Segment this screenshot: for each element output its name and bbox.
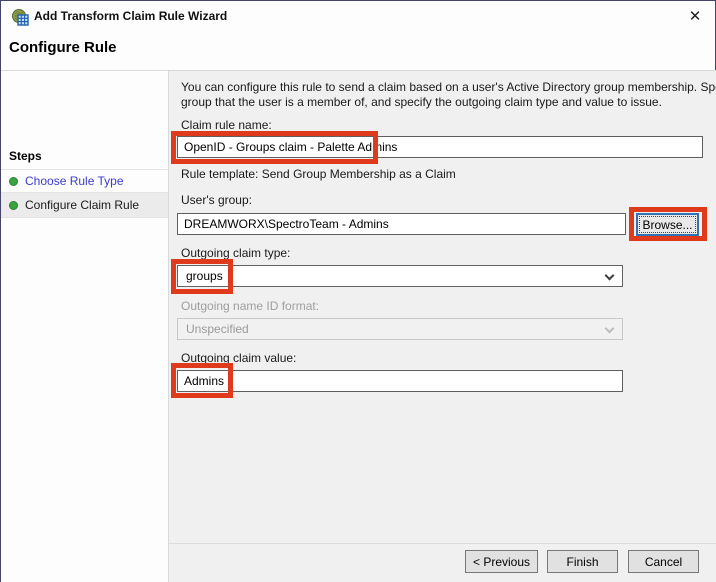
browse-button[interactable]: Browse... xyxy=(636,213,699,236)
configure-rule-panel: You can configure this rule to send a cl… xyxy=(169,71,716,582)
outgoing-name-id-format-value: Unspecified xyxy=(186,322,249,336)
footer-divider xyxy=(169,543,716,544)
sidebar-item-label: Configure Claim Rule xyxy=(25,198,139,212)
step-complete-dot-icon xyxy=(9,177,18,186)
sidebar-item-label: Choose Rule Type xyxy=(25,174,124,188)
cancel-button[interactable]: Cancel xyxy=(628,550,699,573)
title-bar: Add Transform Claim Rule Wizard ✕ xyxy=(1,1,715,33)
outgoing-claim-type-value: groups xyxy=(186,269,223,283)
wizard-dialog: Add Transform Claim Rule Wizard ✕ Config… xyxy=(0,0,716,582)
previous-button[interactable]: < Previous xyxy=(465,550,538,573)
sidebar-item-configure-claim-rule[interactable]: Configure Claim Rule xyxy=(1,192,168,218)
users-group-label: User's group: xyxy=(181,193,252,207)
rule-description: You can configure this rule to send a cl… xyxy=(181,80,716,110)
chevron-down-icon xyxy=(605,271,615,281)
step-current-dot-icon xyxy=(9,201,18,210)
rule-template-text: Rule template: Send Group Membership as … xyxy=(181,167,456,181)
window-title: Add Transform Claim Rule Wizard xyxy=(34,9,227,23)
sidebar-item-choose-rule-type[interactable]: Choose Rule Type xyxy=(1,169,168,192)
outgoing-claim-type-label: Outgoing claim type: xyxy=(181,246,290,260)
steps-sidebar: Steps Choose Rule Type Configure Claim R… xyxy=(1,71,168,582)
claim-rule-name-label: Claim rule name: xyxy=(181,118,272,132)
page-title: Configure Rule xyxy=(9,39,117,56)
close-icon[interactable]: ✕ xyxy=(683,6,707,28)
outgoing-name-id-format-label: Outgoing name ID format: xyxy=(181,299,319,313)
rule-description-line2: group that the user is a member of, and … xyxy=(181,95,716,110)
chevron-down-icon xyxy=(605,324,615,334)
users-group-input[interactable] xyxy=(177,213,626,235)
outgoing-claim-type-select[interactable]: groups xyxy=(177,265,623,287)
claim-rule-name-input[interactable] xyxy=(177,136,703,158)
claim-rule-wizard-icon xyxy=(11,8,30,27)
finish-button[interactable]: Finish xyxy=(547,550,618,573)
steps-header: Steps xyxy=(9,149,42,163)
outgoing-claim-value-label: Outgoing claim value: xyxy=(181,351,296,365)
outgoing-name-id-format-select: Unspecified xyxy=(177,318,623,340)
outgoing-claim-value-input[interactable] xyxy=(177,370,623,392)
rule-description-line1: You can configure this rule to send a cl… xyxy=(181,80,716,95)
